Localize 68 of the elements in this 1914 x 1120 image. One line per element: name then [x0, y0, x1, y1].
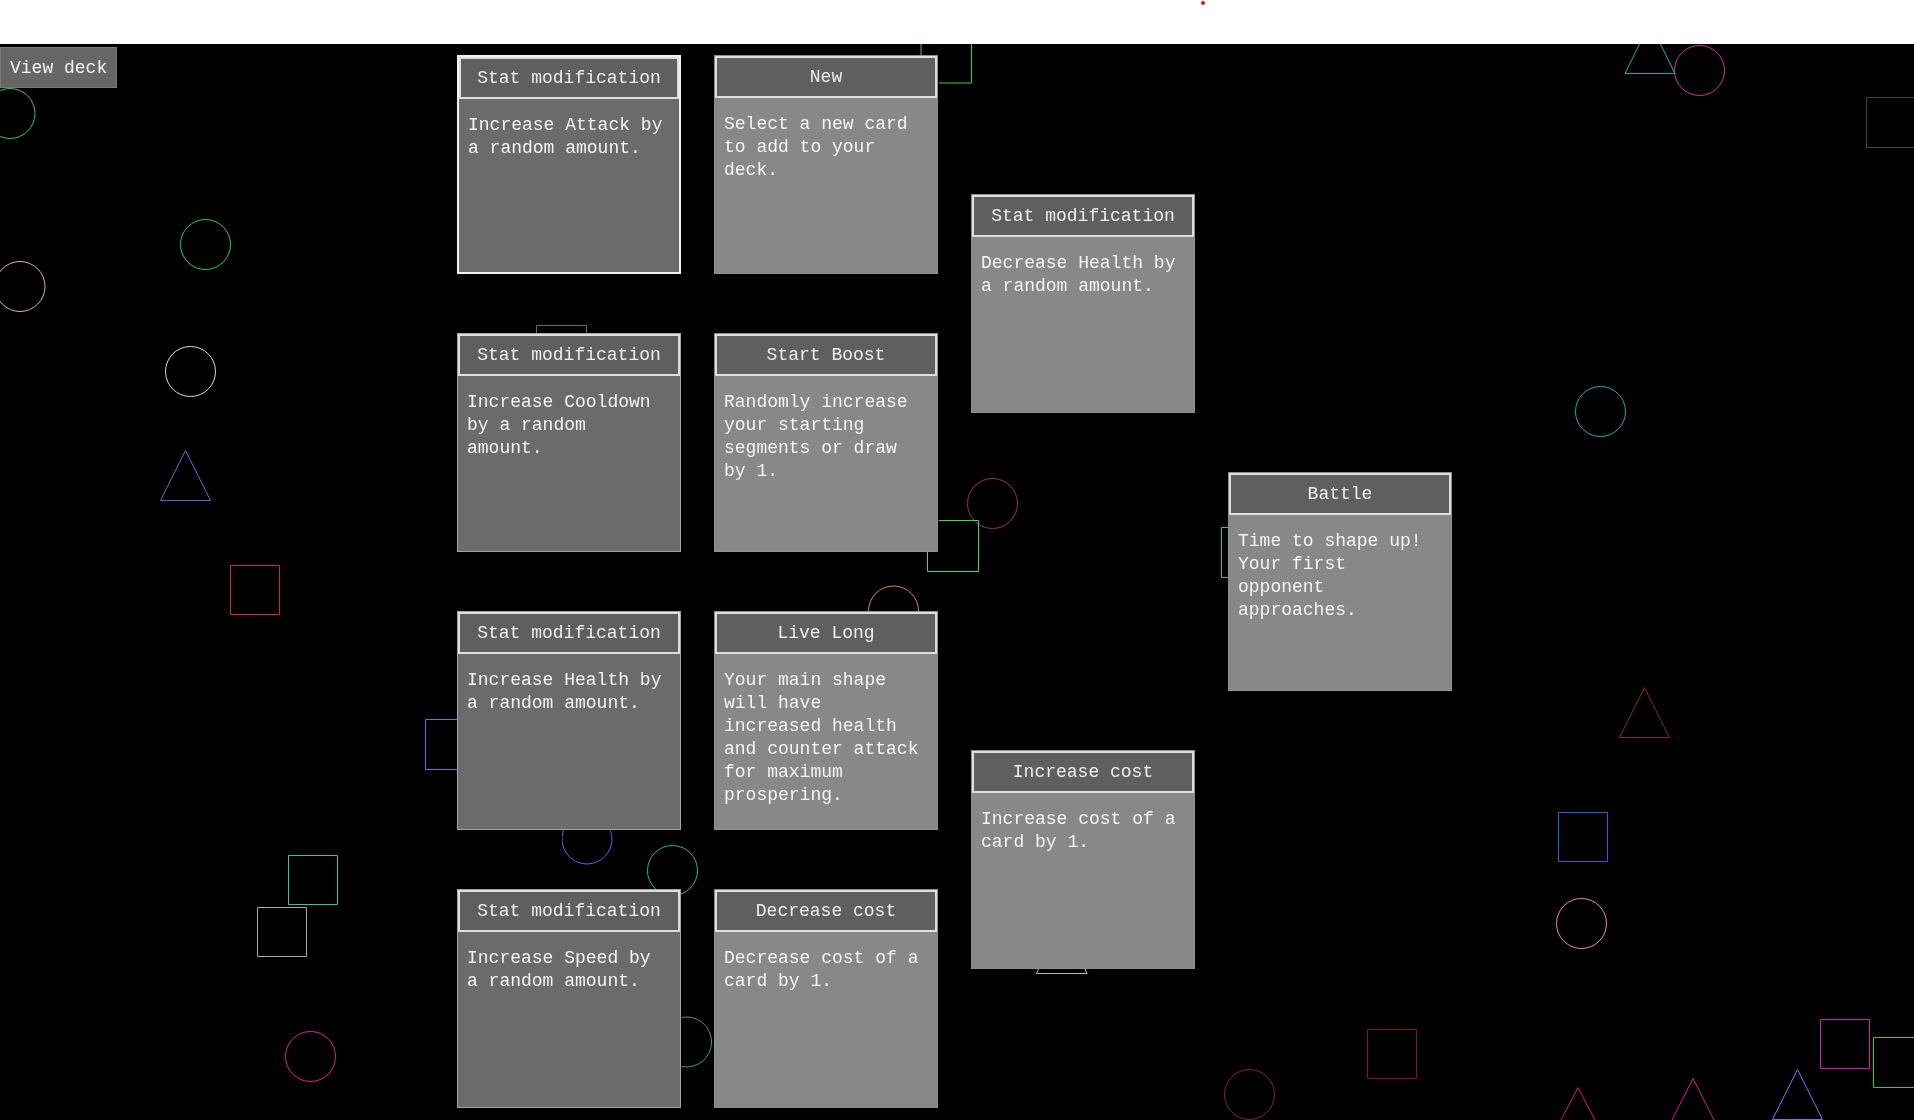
map-card[interactable]: Stat modification Increase Cooldown by a random amount. — [457, 333, 681, 552]
card-description: Select a new card to add to your deck. — [724, 113, 909, 182]
square-outline-icon — [1820, 1019, 1870, 1069]
circle-outline-icon — [1555, 897, 1607, 949]
card-description: Decrease Health by a random amount. — [981, 252, 1177, 298]
map-card[interactable]: Stat modification Decrease Health by a random amount. — [971, 194, 1195, 413]
circle-outline-icon — [164, 345, 216, 397]
map-card[interactable]: Stat modification Increase Health by a random amount. — [457, 611, 681, 830]
view-deck-button[interactable]: View deck — [0, 47, 118, 88]
circle-outline-icon — [0, 260, 46, 312]
square-outline-icon — [927, 520, 979, 572]
map-card[interactable]: Battle Time to shape up! Your first opponent approaches. — [1228, 472, 1452, 691]
card-description: Your main shape will have increased health and counter attack for maximum prospering. — [724, 669, 920, 807]
card-title: Stat modification — [459, 57, 679, 99]
map-card[interactable]: New Select a new card to add to your deck. — [714, 55, 938, 274]
triangle-outline-icon — [1624, 44, 1676, 74]
triangle-outline-icon — [1036, 969, 1088, 974]
map-card[interactable]: Stat modification Increase Speed by a random amount. — [457, 889, 681, 1108]
circle-outline-icon — [1223, 1068, 1275, 1120]
square-outline-icon — [257, 907, 307, 957]
card-title: Decrease cost — [715, 890, 937, 932]
map-card[interactable]: Decrease cost Decrease cost of a card by 1. — [714, 889, 938, 1108]
triangle-outline-icon — [1772, 1068, 1823, 1120]
square-outline-icon — [536, 325, 587, 334]
circle-outline-icon — [0, 87, 36, 139]
card-title: Stat modification — [458, 334, 680, 376]
card-title: Increase cost — [972, 751, 1194, 793]
circle-outline-icon — [1574, 385, 1626, 437]
square-outline-icon — [920, 44, 972, 84]
circle-outline-icon — [179, 218, 231, 270]
square-outline-icon — [229, 565, 280, 615]
card-title: Stat modification — [458, 612, 680, 654]
circle-outline-icon — [966, 477, 1018, 529]
triangle-outline-icon — [1619, 686, 1670, 738]
card-description: Increase Cooldown by a random amount. — [467, 391, 652, 460]
circle-outline-icon — [562, 830, 613, 865]
card-title: Stat modification — [458, 890, 680, 932]
card-title: Start Boost — [715, 334, 937, 376]
card-description: Decrease cost of a card by 1. — [724, 947, 920, 993]
card-description: Increase cost of a card by 1. — [981, 808, 1177, 854]
triangle-outline-icon — [160, 450, 211, 501]
map-card[interactable]: Start Boost Randomly increase your starting segments or draw by 1. — [714, 333, 938, 552]
map-card[interactable]: Live Long Your main shape will have increased health and counter attack for maximum prospering. — [714, 611, 938, 830]
square-outline-icon — [1558, 812, 1608, 862]
triangle-outline-icon — [1561, 1087, 1595, 1120]
square-outline-icon — [1221, 527, 1229, 578]
card-title: Battle — [1229, 473, 1451, 515]
card-title: New — [715, 56, 937, 98]
card-title: Stat modification — [972, 195, 1194, 237]
circle-outline-icon — [867, 584, 919, 612]
square-outline-icon — [425, 719, 457, 770]
triangle-outline-icon — [1672, 1078, 1714, 1120]
card-description: Time to shape up! Your first opponent approaches. — [1238, 530, 1423, 622]
card-description: Increase Speed by a random amount. — [467, 947, 652, 993]
circle-outline-icon — [681, 1016, 715, 1068]
square-outline-icon — [1367, 1029, 1417, 1079]
square-outline-icon — [1873, 1037, 1914, 1088]
circle-outline-icon — [1673, 44, 1725, 96]
square-outline-icon — [1866, 97, 1914, 148]
card-description: Increase Attack by a random amount. — [468, 114, 664, 160]
square-outline-icon — [288, 855, 338, 905]
card-title: Live Long — [715, 612, 937, 654]
dot-icon — [1201, 1, 1205, 5]
circle-outline-icon — [285, 1030, 336, 1082]
map-card[interactable]: Stat modification Increase Attack by a random amount. — [457, 55, 681, 274]
card-description: Randomly increase your starting segments or draw by 1. — [724, 391, 909, 483]
map-card[interactable]: Increase cost Increase cost of a card by 1. — [971, 750, 1195, 969]
card-description: Increase Health by a random amount. — [467, 669, 663, 715]
